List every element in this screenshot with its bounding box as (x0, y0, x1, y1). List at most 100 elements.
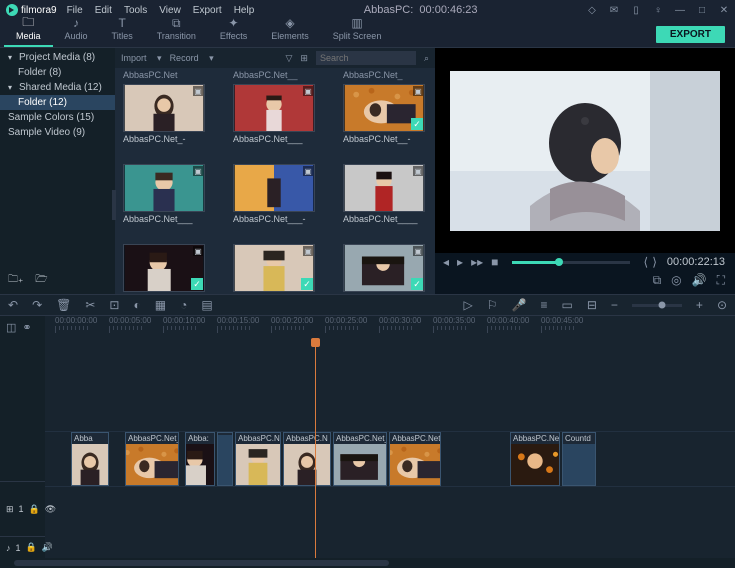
tree-item[interactable]: Folder (8) (0, 65, 115, 80)
maximize-button[interactable]: □ (697, 5, 707, 15)
seek-handle[interactable] (555, 258, 563, 266)
thumb-image[interactable]: ▣✓ (233, 244, 315, 292)
filter-icon[interactable]: ▽ (285, 53, 292, 64)
seek-slider[interactable] (512, 261, 629, 264)
thumb-image[interactable]: ▣ (343, 164, 425, 212)
stop-button[interactable]: ■ (491, 255, 498, 269)
import-button[interactable]: Import ▾ (121, 53, 162, 64)
tree-item[interactable]: Sample Colors (15) (0, 110, 115, 125)
search-icon[interactable]: ⌕ (424, 53, 429, 64)
mark-in-button[interactable]: ⟨ (644, 255, 649, 269)
timeline-scrollbar[interactable] (0, 558, 735, 568)
new-folder-icon[interactable]: 🗀₊ (8, 272, 23, 289)
redo-button[interactable]: ↷ (32, 298, 42, 312)
media-thumbnail[interactable]: ▣✓AbbasPC.Net_____ (123, 230, 205, 294)
timeline-clip[interactable]: AbbasPC.Net (389, 432, 441, 486)
zoom-slider[interactable] (632, 304, 682, 307)
tree-item[interactable]: Folder (12) (0, 95, 115, 110)
timeline-clip[interactable]: AbbasPC.N (283, 432, 331, 486)
tree-item[interactable]: ▾Project Media (8) (0, 50, 115, 65)
timeline-clip[interactable]: AbbasPC.Net_ (333, 432, 387, 486)
lock-icon[interactable]: 🔒 (29, 504, 40, 515)
media-thumbnail[interactable]: ▣AbbasPC.Net___ (123, 150, 205, 226)
marker-icon[interactable]: ⚐ (487, 298, 498, 312)
panel-resize-handle[interactable] (0, 142, 115, 267)
tab-effects[interactable]: ✦Effects (208, 14, 259, 47)
timeline-clip[interactable]: AbbasPC.N (235, 432, 281, 486)
media-thumbnail[interactable]: ▣✓AbbasPC.Net__+ (343, 230, 425, 294)
timeline-clip[interactable]: Abba: (185, 432, 215, 486)
fullscreen-icon[interactable]: ⛶ (717, 273, 725, 288)
media-thumbnail[interactable]: ▣AbbasPC.Net___- (233, 150, 315, 226)
thumb-image[interactable]: ▣✓ (343, 244, 425, 292)
tab-audio[interactable]: ♪Audio (53, 14, 100, 47)
timeline-clip[interactable]: Countd (562, 432, 596, 486)
thumb-image[interactable]: ▣✓ (343, 84, 425, 132)
media-thumbnail[interactable]: AbbasPC.Net_▣✓AbbasPC.Net__- (343, 70, 425, 146)
export-button[interactable]: EXPORT (656, 26, 725, 43)
snapshot-icon[interactable]: ⧉ (653, 273, 662, 288)
tab-media[interactable]: 🗀Media (4, 14, 53, 47)
media-thumbnail[interactable]: AbbasPC.Net▣AbbasPC.Net_- (123, 70, 205, 146)
next-frame-button[interactable]: ▸▸ (471, 255, 483, 269)
tab-elements[interactable]: ◈Elements (259, 14, 321, 47)
timeline-clip[interactable] (217, 432, 233, 486)
folder-open-icon[interactable]: 🗁 (35, 272, 47, 289)
volume-icon[interactable]: 🔊 (692, 273, 707, 288)
thumb-image[interactable]: ▣ (123, 84, 205, 132)
user-icon[interactable]: ◇ (587, 5, 597, 15)
tab-titles[interactable]: TTitles (100, 14, 145, 47)
voiceover-icon[interactable]: 🎤 (512, 298, 527, 312)
snap-icon[interactable]: ◫ (6, 321, 16, 334)
media-thumbnail[interactable]: ▣AbbasPC.Net____ (343, 150, 425, 226)
tab-split-screen[interactable]: ▥Split Screen (321, 14, 394, 47)
zoom-in-icon[interactable]: + (696, 298, 703, 312)
search-field[interactable] (316, 51, 416, 65)
link-icon[interactable]: ⚭ (22, 321, 31, 334)
quality-icon[interactable]: ◎ (671, 273, 681, 288)
color-tool-icon[interactable]: ▦ (155, 298, 166, 312)
thumb-image[interactable]: ▣✓ (123, 244, 205, 292)
timeline-clip[interactable]: AbbasPC.Net_ (510, 432, 560, 486)
notification-icon[interactable]: ♀ (653, 5, 663, 15)
thumb-image[interactable]: ▣ (233, 164, 315, 212)
minimize-button[interactable]: — (675, 5, 685, 15)
lock-icon[interactable]: 🔒 (26, 542, 37, 553)
green-screen-icon[interactable]: ▤ (201, 298, 212, 312)
tab-transition[interactable]: ⧉Transition (145, 14, 208, 47)
timeline-clip[interactable]: AbbasPC.Net_ (125, 432, 179, 486)
video-track-header[interactable]: ⊞ 1 🔒 👁 (0, 481, 45, 536)
timeline-clip[interactable]: Abba (71, 432, 109, 486)
scrollbar-thumb[interactable] (14, 560, 389, 566)
keyframe-tool-icon[interactable]: ◔ (180, 298, 187, 312)
search-input[interactable] (320, 53, 437, 63)
bookmark-icon[interactable]: ▯ (631, 5, 641, 15)
crop-tool-icon[interactable]: ⊡ (109, 298, 119, 312)
timeline-tracks[interactable]: AbbaAbbasPC.Net_Abba:AbbasPC.NAbbasPC.NA… (45, 338, 735, 558)
thumb-image[interactable]: ▣ (123, 164, 205, 212)
tree-item[interactable]: ▾Shared Media (12) (0, 80, 115, 95)
manage-tracks-icon[interactable]: ⊟ (587, 298, 597, 312)
mark-out-button[interactable]: ⟩ (652, 255, 657, 269)
message-icon[interactable]: ✉ (609, 5, 619, 15)
thumb-image[interactable]: ▣ (233, 84, 315, 132)
media-thumbnail[interactable]: ▣✓AbbasPC.Net______ (233, 230, 315, 294)
audio-track[interactable] (45, 487, 735, 509)
audio-track-header[interactable]: ♪ 1 🔒 🔊 (0, 536, 45, 558)
zoom-handle[interactable] (658, 302, 665, 309)
speed-tool-icon[interactable]: ◐ (133, 298, 140, 312)
tree-item[interactable]: Sample Video (9) (0, 125, 115, 140)
playhead[interactable] (315, 338, 316, 558)
zoom-fit-icon[interactable]: ⊙ (717, 298, 727, 312)
video-track[interactable]: AbbaAbbasPC.Net_Abba:AbbasPC.NAbbasPC.NA… (45, 432, 735, 487)
play-button[interactable]: ▸ (457, 255, 463, 269)
close-button[interactable]: ✕ (719, 5, 729, 15)
zoom-out-icon[interactable]: − (611, 298, 618, 312)
mixer-icon[interactable]: ≡ (540, 298, 547, 312)
media-thumbnail[interactable]: AbbasPC.Net__▣AbbasPC.Net___ (233, 70, 315, 146)
adjust-icon[interactable]: ▭ (562, 298, 573, 312)
render-icon[interactable]: ▷ (464, 298, 473, 312)
undo-button[interactable]: ↶ (8, 298, 18, 312)
split-button[interactable]: ✂ (85, 298, 95, 312)
record-button[interactable]: Record ▾ (170, 53, 214, 64)
